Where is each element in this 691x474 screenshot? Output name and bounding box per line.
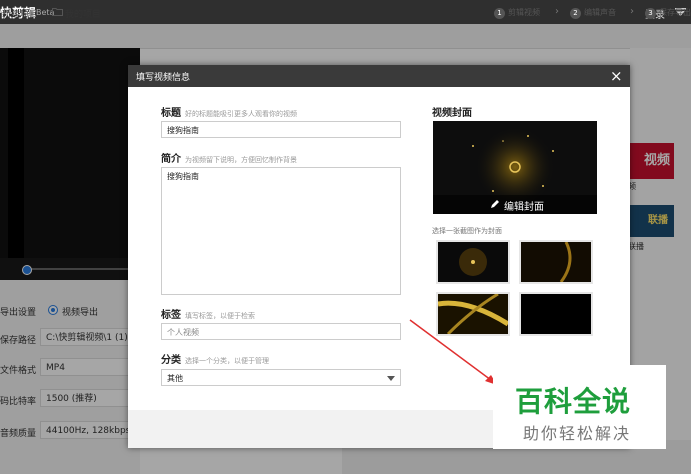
cover-option-1[interactable] <box>436 240 510 284</box>
chevron-down-icon <box>387 376 395 381</box>
folder-icon <box>52 8 63 16</box>
cover-label: 视频封面 <box>432 108 472 119</box>
step-edit-audio[interactable]: 2 编辑声音 <box>570 7 616 19</box>
category-select[interactable]: 其他 <box>161 369 401 386</box>
step-number: 3 <box>645 8 656 19</box>
close-icon[interactable]: × <box>610 66 623 86</box>
pencil-icon <box>491 200 499 208</box>
step-label: 保存导出 <box>659 8 691 17</box>
title-label-text: 标题 <box>161 108 181 119</box>
tags-input[interactable]: 个人视频 <box>161 323 401 340</box>
choose-cover-hint: 选择一张截图作为封面 <box>432 227 502 235</box>
title-input[interactable]: 搜狗指南 <box>161 121 401 138</box>
dialog-header <box>128 65 630 87</box>
annotation-arrow <box>409 319 497 385</box>
edit-cover-button[interactable]: 编辑封面 <box>504 198 544 213</box>
category-hint: 选择一个分类，以便于管理 <box>185 357 269 365</box>
chevron-right-icon: › <box>630 6 634 17</box>
title-hint: 好的标题能吸引更多人观看你的视频 <box>185 110 297 118</box>
step-number: 2 <box>570 8 581 19</box>
step-edit-video[interactable]: 1 剪辑视频 <box>494 7 540 19</box>
dialog-title: 填写视频信息 <box>136 73 191 83</box>
my-projects-button[interactable]: 我的项目 <box>65 7 101 20</box>
chevron-right-icon: › <box>555 6 559 17</box>
watermark-title: 百科全说 <box>515 385 632 418</box>
description-textarea[interactable]: 搜狗指南 <box>161 167 401 295</box>
tags-field-label: 标签 填写标签，以便于检索 <box>161 306 255 321</box>
category-label-text: 分类 <box>161 355 181 366</box>
tags-label-text: 标签 <box>161 310 181 321</box>
step-number: 1 <box>494 8 505 19</box>
tags-hint: 填写标签，以便于检索 <box>185 312 255 320</box>
cover-option-4[interactable] <box>519 292 593 336</box>
category-field-label: 分类 选择一个分类，以便于管理 <box>161 351 269 366</box>
title-field-label: 标题 好的标题能吸引更多人观看你的视频 <box>161 104 297 119</box>
desc-label-text: 简介 <box>161 154 181 165</box>
step-save-export[interactable]: 3 保存导出 <box>645 7 691 19</box>
desc-hint: 为视频留下说明，方便回忆制作背景 <box>185 156 297 164</box>
step-label: 编辑声音 <box>584 8 616 17</box>
new-project-button[interactable]: 新建项目 <box>2 7 38 20</box>
watermark-subtitle: 助你轻松解决 <box>523 424 632 443</box>
cover-option-2[interactable] <box>519 240 593 284</box>
step-label: 剪辑视频 <box>508 8 540 17</box>
desc-field-label: 简介 为视频留下说明，方便回忆制作背景 <box>161 150 297 165</box>
